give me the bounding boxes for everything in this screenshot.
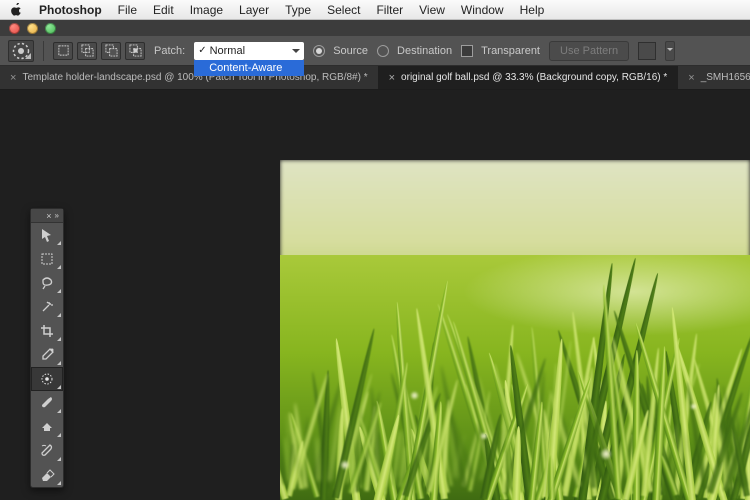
tool-marquee[interactable] — [31, 247, 63, 271]
menu-layer[interactable]: Layer — [239, 3, 269, 17]
tool-patch[interactable] — [31, 367, 63, 391]
menu-image[interactable]: Image — [190, 3, 223, 17]
close-icon[interactable]: × — [46, 211, 51, 221]
app-name[interactable]: Photoshop — [39, 3, 102, 17]
tool-eraser[interactable] — [31, 463, 63, 487]
menu-type[interactable]: Type — [285, 3, 311, 17]
patch-mode-dropdown[interactable]: ✓ Normal — [194, 42, 304, 60]
patch-label: Patch: — [154, 45, 185, 57]
window-minimize-button[interactable] — [27, 23, 38, 34]
checkmark-icon: ✓ — [198, 45, 206, 56]
menu-edit[interactable]: Edit — [153, 3, 174, 17]
current-tool-preset[interactable] — [8, 40, 34, 62]
patch-mode-selected: Normal — [210, 45, 245, 57]
chevron-down-icon — [292, 49, 300, 57]
menu-window[interactable]: Window — [461, 3, 504, 17]
tool-magic-wand[interactable] — [31, 295, 63, 319]
selection-new-icon[interactable] — [53, 42, 73, 60]
bokeh-icon — [480, 432, 488, 440]
tool-crop[interactable] — [31, 319, 63, 343]
destination-radio[interactable]: Destination — [377, 45, 452, 57]
tools-panel[interactable]: × » — [30, 208, 64, 488]
pattern-swatch[interactable] — [638, 42, 656, 60]
menu-filter[interactable]: Filter — [376, 3, 403, 17]
workspace: × » — [0, 90, 750, 500]
selection-add-icon[interactable] — [77, 42, 97, 60]
tool-history-brush[interactable] — [31, 439, 63, 463]
use-pattern-button: Use Pattern — [549, 41, 629, 61]
close-icon[interactable]: × — [10, 72, 16, 84]
document-tabs: × Template holder-landscape.psd @ 100% (… — [0, 66, 750, 90]
divider — [43, 41, 44, 61]
document-tab-1[interactable]: × original golf ball.psd @ 33.3% (Backgr… — [379, 66, 679, 89]
document-tab-0[interactable]: × Template holder-landscape.psd @ 100% (… — [0, 66, 379, 89]
panel-header[interactable]: × » — [31, 209, 63, 223]
menu-file[interactable]: File — [118, 3, 137, 17]
macos-menu-bar: Photoshop File Edit Image Layer Type Sel… — [0, 0, 750, 20]
close-icon[interactable]: × — [688, 72, 694, 84]
window-titlebar — [0, 20, 750, 36]
bokeh-icon — [340, 460, 350, 470]
options-overflow-icon[interactable] — [665, 41, 675, 61]
menu-view[interactable]: View — [419, 3, 445, 17]
document-canvas[interactable] — [280, 160, 750, 500]
close-icon[interactable]: × — [389, 72, 395, 84]
tool-clone-stamp[interactable] — [31, 415, 63, 439]
collapse-icon[interactable]: » — [55, 211, 59, 220]
selection-subtract-icon[interactable] — [101, 42, 121, 60]
menu-select[interactable]: Select — [327, 3, 360, 17]
apple-menu-icon[interactable] — [10, 3, 23, 16]
checkbox-icon — [461, 45, 473, 57]
tool-lasso[interactable] — [31, 271, 63, 295]
radio-off-icon — [377, 45, 389, 57]
tool-eyedropper[interactable] — [31, 343, 63, 367]
tool-brush[interactable] — [31, 391, 63, 415]
source-radio[interactable]: Source — [313, 45, 368, 57]
tool-move[interactable] — [31, 223, 63, 247]
options-bar: Patch: ✓ Normal Content-Aware Source Des… — [0, 36, 750, 66]
window-close-button[interactable] — [9, 23, 20, 34]
bokeh-icon — [690, 403, 697, 410]
transparent-checkbox[interactable]: Transparent — [461, 45, 540, 57]
window-zoom-button[interactable] — [45, 23, 56, 34]
radio-on-icon — [313, 45, 325, 57]
patch-mode-option-content-aware[interactable]: Content-Aware — [194, 60, 304, 76]
bokeh-icon — [410, 391, 419, 400]
selection-mode-group — [53, 42, 145, 60]
menu-help[interactable]: Help — [520, 3, 545, 17]
document-tab-2[interactable]: × _SMH1656.JPG @ 25% (RGB/8 — [678, 66, 750, 89]
bokeh-icon — [600, 448, 612, 460]
selection-intersect-icon[interactable] — [125, 42, 145, 60]
